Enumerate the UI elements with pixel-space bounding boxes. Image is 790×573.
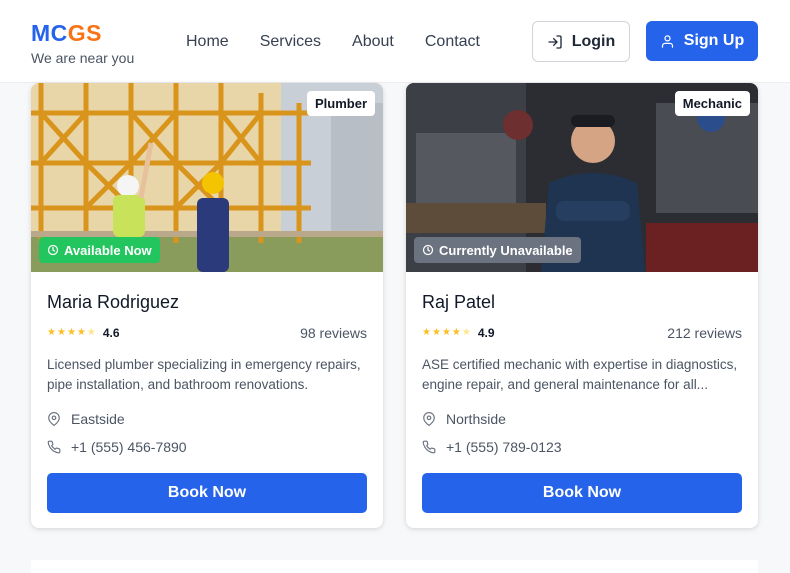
provider-description: ASE certified mechanic with expertise in…: [422, 357, 738, 392]
rating-value: 4.9: [477, 326, 495, 340]
login-label: Login: [571, 32, 616, 50]
provider-card: Mechanic Currently Unavailable Raj Patel…: [406, 83, 758, 528]
availability-badge: Available Now: [39, 237, 160, 263]
star-half-icon: ★: [461, 327, 471, 338]
star-rating: ★ ★ ★ ★ ★ 4.6: [47, 326, 120, 340]
phone-row: +1 (555) 456-7890: [47, 439, 187, 455]
star-half-icon: ★: [86, 327, 96, 338]
next-section: [31, 560, 758, 573]
location-row: Eastside: [47, 411, 125, 427]
location-text: Northside: [446, 411, 506, 427]
logo-part-2: GS: [67, 20, 103, 46]
logo-part-1: MC: [31, 20, 68, 46]
provider-photo: Mechanic Currently Unavailable: [406, 83, 758, 272]
star-icon: ★: [451, 327, 461, 338]
availability-label: Currently Unavailable: [439, 242, 573, 258]
provider-name: Maria Rodriguez: [47, 292, 180, 312]
main-nav: Home Services About Contact: [186, 33, 511, 51]
provider-card: Plumber Available Now Maria Rodriguez ★ …: [31, 83, 383, 528]
star-icon: ★: [76, 327, 86, 338]
map-pin-icon: [48, 412, 60, 426]
review-count[interactable]: 98 reviews: [300, 325, 367, 341]
star-icon: ★: [47, 327, 56, 338]
star-icon: ★: [56, 327, 66, 338]
location-text: Eastside: [71, 411, 125, 427]
brand-logo[interactable]: MCGS: [31, 20, 102, 46]
nav-contact[interactable]: Contact: [425, 33, 480, 51]
book-now-button[interactable]: Book Now: [47, 473, 367, 513]
clock-icon: [47, 244, 59, 256]
user-icon: [661, 34, 673, 48]
map-pin-icon: [423, 412, 435, 426]
brand-tagline: We are near you: [31, 50, 135, 66]
location-row: Northside: [422, 411, 506, 427]
phone-row: +1 (555) 789-0123: [422, 439, 562, 455]
rating-value: 4.6: [102, 326, 120, 340]
login-button[interactable]: Login: [532, 21, 630, 62]
signup-button[interactable]: Sign Up: [646, 21, 758, 61]
site-header: MCGS We are near you Home Services About…: [0, 0, 790, 83]
nav-about[interactable]: About: [352, 33, 394, 51]
login-icon: [548, 34, 562, 49]
availability-badge: Currently Unavailable: [414, 237, 581, 263]
review-count[interactable]: 212 reviews: [667, 325, 742, 341]
clock-icon: [422, 244, 434, 256]
star-rating: ★ ★ ★ ★ ★ 4.9: [422, 326, 495, 340]
star-icon: ★: [422, 327, 431, 338]
signup-label: Sign Up: [683, 32, 745, 49]
phone-icon: [47, 440, 61, 454]
phone-text[interactable]: +1 (555) 789-0123: [446, 439, 562, 455]
provider-photo: Plumber Available Now: [31, 83, 383, 272]
phone-icon: [422, 440, 436, 454]
provider-description: Licensed plumber specializing in emergen…: [47, 357, 361, 392]
book-now-button[interactable]: Book Now: [422, 473, 742, 513]
provider-name: Raj Patel: [422, 292, 496, 312]
phone-text[interactable]: +1 (555) 456-7890: [71, 439, 187, 455]
availability-label: Available Now: [64, 242, 152, 258]
star-icon: ★: [66, 327, 76, 338]
star-icon: ★: [431, 327, 441, 338]
nav-home[interactable]: Home: [186, 33, 229, 51]
nav-services[interactable]: Services: [260, 33, 321, 51]
category-badge: Plumber: [306, 91, 375, 116]
star-icon: ★: [441, 327, 451, 338]
category-badge: Mechanic: [674, 91, 750, 116]
